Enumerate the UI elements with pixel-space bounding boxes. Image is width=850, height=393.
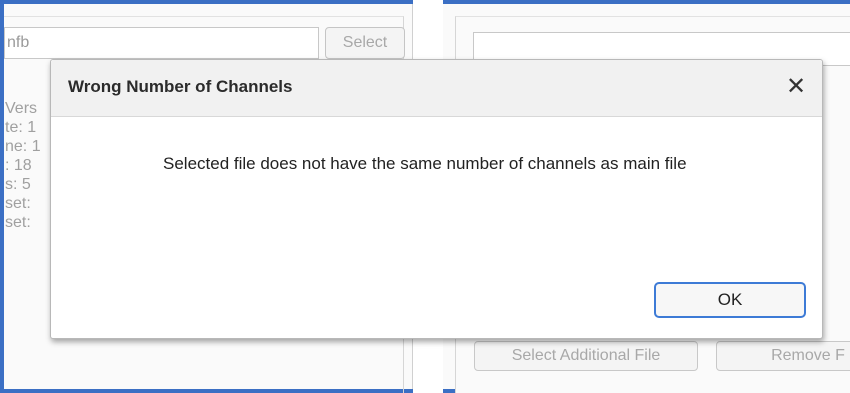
main-file-input[interactable]: nfb — [4, 27, 319, 59]
dialog-title: Wrong Number of Channels — [68, 77, 293, 96]
dialog-header: Wrong Number of Channels ✕ — [51, 60, 822, 117]
close-icon[interactable]: ✕ — [783, 74, 809, 100]
ok-button[interactable]: OK — [654, 282, 806, 318]
error-dialog: Wrong Number of Channels ✕ Selected file… — [50, 59, 823, 339]
select-additional-file-button[interactable]: Select Additional File — [474, 341, 698, 371]
dialog-message: Selected file does not have the same num… — [163, 154, 687, 173]
select-main-file-button[interactable]: Select — [325, 27, 405, 59]
remove-file-button[interactable]: Remove F — [716, 341, 850, 371]
